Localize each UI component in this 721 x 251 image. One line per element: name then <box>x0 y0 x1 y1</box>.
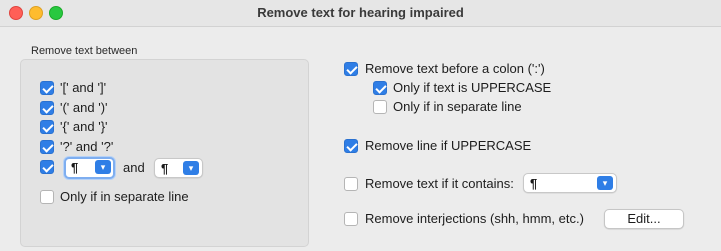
right-separate-line-label: Only if in separate line <box>393 99 522 114</box>
right-separate-line-checkbox[interactable] <box>373 100 387 114</box>
before-colon-label: Remove text before a colon (':') <box>365 61 545 76</box>
chevron-up-down-icon: ▾ <box>597 176 613 190</box>
before-colon-checkbox[interactable] <box>344 62 358 76</box>
custom-end-value: ¶ <box>161 161 169 176</box>
left-separate-line-checkbox[interactable] <box>40 190 54 204</box>
chevron-up-down-icon: ▾ <box>95 160 111 174</box>
parentheses-checkbox[interactable] <box>40 101 54 115</box>
group-title-remove-between: Remove text between <box>31 45 138 57</box>
square-brackets-checkbox[interactable] <box>40 81 54 95</box>
left-separate-line-label: Only if in separate line <box>60 189 189 204</box>
window-title: Remove text for hearing impaired <box>257 5 464 20</box>
and-label: and <box>123 160 145 175</box>
interjections-label: Remove interjections (shh, hmm, etc.) <box>365 211 584 226</box>
custom-start-value: ¶ <box>71 160 79 175</box>
question-marks-checkbox[interactable] <box>40 140 54 154</box>
only-uppercase-checkbox[interactable] <box>373 81 387 95</box>
remove-line-uppercase-checkbox[interactable] <box>344 139 358 153</box>
custom-end-popup[interactable]: ¶ ▾ <box>154 158 203 178</box>
chevron-up-down-icon: ▾ <box>183 161 199 175</box>
contains-value: ¶ <box>530 176 538 191</box>
remove-line-uppercase-label: Remove line if UPPERCASE <box>365 138 532 153</box>
question-marks-label: '?' and '?' <box>60 139 114 154</box>
edit-interjections-button[interactable]: Edit... <box>604 209 684 229</box>
only-uppercase-label: Only if text is UPPERCASE <box>393 80 552 95</box>
title-bar: Remove text for hearing impaired <box>0 0 721 27</box>
parentheses-label: '(' and ')' <box>60 100 108 115</box>
curly-brackets-checkbox[interactable] <box>40 120 54 134</box>
square-brackets-label: '[' and ']' <box>60 80 107 95</box>
interjections-checkbox[interactable] <box>344 212 358 226</box>
contains-checkbox[interactable] <box>344 177 358 191</box>
custom-pair-checkbox[interactable] <box>40 160 54 174</box>
custom-start-popup[interactable]: ¶ ▾ <box>64 157 115 179</box>
contains-label: Remove text if it contains: <box>365 176 514 191</box>
curly-brackets-label: '{' and '}' <box>60 119 108 134</box>
contains-popup[interactable]: ¶ ▾ <box>523 173 617 193</box>
